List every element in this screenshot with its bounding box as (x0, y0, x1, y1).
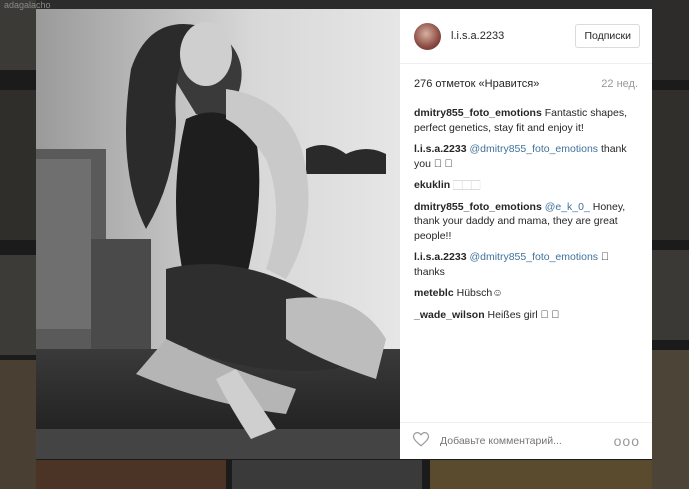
comment-username[interactable]: _wade_wilson (414, 309, 485, 321)
comment-item: l.i.s.a.2233 @dmitry855_foto_emotions th… (414, 142, 638, 171)
background-tile[interactable] (0, 0, 36, 70)
comment-text: Heißes girl 🏻 🏻 (487, 308, 560, 321)
post-header: l.i.s.a.2233 Подписки (400, 9, 652, 64)
comment-mention[interactable]: @dmitry855_foto_emotions (469, 251, 598, 263)
comment-username[interactable]: l.i.s.a.2233 (414, 143, 467, 155)
background-tile[interactable] (36, 460, 226, 489)
follow-button[interactable]: Подписки (575, 24, 640, 48)
background-tile[interactable] (652, 0, 689, 80)
background-tile[interactable] (430, 460, 652, 489)
comment-username[interactable]: dmitry855_foto_emotions (414, 201, 542, 213)
comment-item: ekuklin 🏻🏻🏻 (414, 178, 638, 193)
post-modal: l.i.s.a.2233 Подписки 276 отметок «Нрави… (36, 9, 652, 459)
comment-item: dmitry855_foto_emotions Fantastic shapes… (414, 106, 638, 135)
add-comment-input[interactable] (438, 434, 614, 448)
post-photo[interactable] (36, 9, 400, 459)
likes-count[interactable]: 276 отметок «Нравится» (414, 78, 539, 90)
comment-username[interactable]: dmitry855_foto_emotions (414, 107, 542, 119)
post-time[interactable]: 22 нед. (601, 78, 638, 90)
background-tile[interactable] (652, 250, 689, 340)
background-tile[interactable] (0, 90, 36, 240)
background-tile (36, 0, 652, 9)
post-username[interactable]: l.i.s.a.2233 (451, 30, 575, 42)
comment-item: l.i.s.a.2233 @dmitry855_foto_emotions 🏻 … (414, 250, 638, 279)
photo-image (36, 9, 400, 459)
comment-item: meteblc Hübsch☺ (414, 286, 638, 301)
comment-mention[interactable]: @dmitry855_foto_emotions (469, 143, 598, 155)
more-options-icon[interactable]: ooo (614, 433, 640, 449)
comment-text: 🏻 thanks (414, 265, 445, 278)
comment-text: Hübsch☺ (456, 287, 503, 299)
comment-item: _wade_wilson Heißes girl 🏻 🏻 (414, 308, 638, 323)
like-button[interactable] (412, 430, 430, 453)
background-tile[interactable] (652, 350, 689, 489)
background-tile[interactable] (0, 255, 36, 355)
post-side-panel: l.i.s.a.2233 Подписки 276 отметок «Нрави… (400, 9, 652, 459)
background-tile[interactable] (652, 90, 689, 240)
comment-list: dmitry855_foto_emotions Fantastic shapes… (400, 98, 652, 322)
comment-mention[interactable]: @e_k_0_ (545, 201, 590, 213)
comment-item: dmitry855_foto_emotions @e_k_0_ Honey, t… (414, 200, 638, 244)
comment-username[interactable]: ekuklin (414, 179, 450, 191)
heart-icon (412, 431, 430, 447)
background-tile[interactable] (0, 360, 36, 489)
comment-text: 🏻🏻🏻 (453, 180, 481, 190)
comment-username[interactable]: meteblc (414, 287, 454, 299)
background-tile[interactable] (232, 460, 422, 489)
post-meta: 276 отметок «Нравится» 22 нед. (400, 70, 652, 98)
comment-username[interactable]: l.i.s.a.2233 (414, 251, 467, 263)
avatar[interactable] (414, 22, 441, 50)
post-footer: ooo (400, 422, 652, 459)
